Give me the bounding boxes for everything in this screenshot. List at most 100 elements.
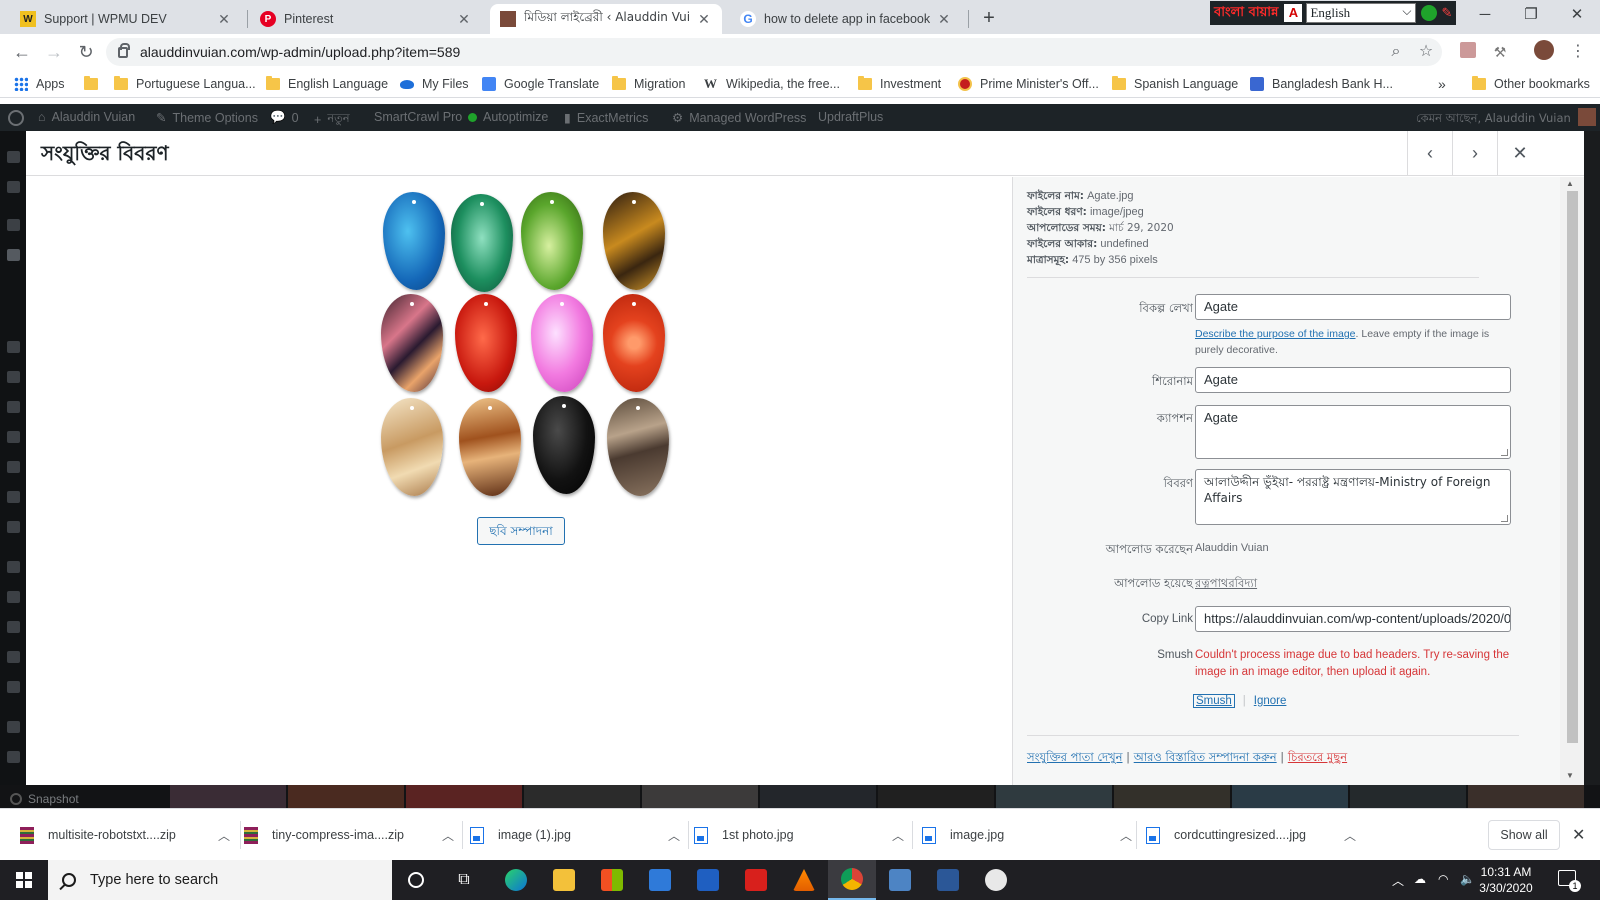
chevron-up-icon[interactable]: ︿ — [1116, 827, 1136, 844]
alt-text-input[interactable]: Agate — [1195, 294, 1511, 320]
taskbar-clock[interactable]: 10:31 AM 3/30/2020 — [1472, 864, 1540, 896]
bookmark-star-icon[interactable]: ☆ — [1416, 42, 1436, 62]
scrollbar-thumb[interactable] — [1567, 191, 1578, 743]
vlc-app[interactable] — [780, 860, 828, 900]
copy-link-input[interactable]: https://alauddinvuian.com/wp-content/upl… — [1195, 606, 1511, 632]
bookmark-folder-unnamed[interactable] — [84, 75, 106, 93]
bookmark-bangladesh-bank[interactable]: Bangladesh Bank H... — [1250, 75, 1393, 93]
bookmark-migration[interactable]: Migration — [612, 75, 685, 93]
acrobat-app[interactable] — [732, 860, 780, 900]
back-button[interactable]: ← — [10, 40, 34, 64]
forward-button[interactable]: → — [42, 40, 66, 64]
address-bar[interactable]: alauddinvuian.com/wp-admin/upload.php?it… — [106, 38, 1442, 66]
close-icon[interactable]: ✕ — [696, 11, 712, 28]
tab-pinterest[interactable]: P Pinterest ✕ — [250, 4, 482, 34]
edit-more-details-link[interactable]: আরও বিস্তারিত সম্পাদনা করুন — [1134, 750, 1277, 764]
reload-button[interactable]: ↻ — [74, 40, 98, 64]
wordpress-logo-icon[interactable] — [8, 110, 24, 126]
chevron-up-icon[interactable]: ︿ — [664, 827, 684, 844]
tray-chevron-icon[interactable]: ︿ — [1392, 872, 1404, 889]
chevron-up-icon[interactable]: ︿ — [1340, 827, 1360, 844]
ignore-link[interactable]: Ignore — [1254, 695, 1287, 707]
previous-attachment-button[interactable]: ‹ — [1407, 131, 1452, 176]
scroll-down-icon[interactable]: ▼ — [1566, 771, 1574, 780]
minimize-button[interactable]: ─ — [1462, 0, 1508, 30]
show-all-downloads-button[interactable]: Show all — [1488, 820, 1560, 850]
bookmark-google-translate[interactable]: Google Translate — [482, 75, 599, 93]
admin-managed-wordpress[interactable]: ⚙ Managed WordPress — [672, 110, 806, 126]
admin-exactmetrics[interactable]: ▮ ExactMetrics — [564, 110, 648, 126]
acrobat-extension-icon[interactable] — [1460, 42, 1476, 58]
tab-google-search[interactable]: G how to delete app in facebook - ✕ — [730, 4, 962, 34]
bookmark-spanish[interactable]: Spanish Language — [1112, 75, 1238, 93]
bookmarks-overflow[interactable]: » — [1438, 75, 1446, 93]
download-item[interactable]: multisite-robotstxt....zip ︿ — [20, 823, 234, 847]
uploaded-to-link[interactable]: রত্নপাথরবিদ্যা — [1195, 575, 1257, 594]
smush-link[interactable]: Smush — [1193, 694, 1235, 708]
close-modal-button[interactable]: ✕ — [1497, 131, 1542, 176]
pen-icon[interactable]: ✎ — [1441, 5, 1452, 21]
next-attachment-button[interactable]: › — [1452, 131, 1497, 176]
bookmark-investment[interactable]: Investment — [858, 75, 941, 93]
download-item[interactable]: 1st photo.jpg ︿ — [694, 823, 908, 847]
scroll-up-icon[interactable]: ▲ — [1566, 179, 1574, 188]
delete-permanently-link[interactable]: চিরতরে মুছুন — [1288, 750, 1347, 764]
admin-theme-options[interactable]: ✎ Theme Options — [156, 110, 258, 126]
admin-site-name[interactable]: ⌂ Alauddin Vuian — [38, 110, 135, 124]
admin-autoptimize[interactable]: Autoptimize — [468, 110, 548, 124]
bookmark-other[interactable]: Other bookmarks — [1472, 75, 1590, 93]
bookmark-english[interactable]: English Language — [266, 75, 388, 93]
notification-icon[interactable] — [1558, 870, 1581, 892]
download-item[interactable]: image (1).jpg ︿ — [470, 823, 684, 847]
start-button[interactable] — [0, 860, 48, 900]
chrome-app[interactable] — [828, 860, 876, 900]
details-scrollbar[interactable]: ▲ ▼ — [1560, 177, 1584, 785]
download-item[interactable]: cordcuttingresized....jpg ︿ — [1146, 823, 1360, 847]
cortana-button[interactable] — [392, 860, 440, 900]
task-view-button[interactable]: ⧉ — [440, 860, 488, 900]
alt-text-help-link[interactable]: Describe the purpose of the image — [1195, 328, 1356, 340]
tab-wpmudev[interactable]: W Support | WPMU DEV ✕ — [10, 4, 242, 34]
file-explorer-app[interactable] — [540, 860, 588, 900]
extension-icon[interactable]: ⚒ — [1490, 42, 1510, 62]
view-attachment-page-link[interactable]: সংযুক্তির পাতা দেখুন — [1027, 750, 1123, 764]
admin-smartcrawl[interactable]: SmartCrawl Pro — [374, 110, 462, 124]
chevron-up-icon[interactable]: ︿ — [438, 827, 458, 844]
store-app[interactable] — [588, 860, 636, 900]
word-app[interactable] — [924, 860, 972, 900]
close-icon[interactable]: ✕ — [456, 11, 472, 28]
new-tab-button[interactable]: + — [976, 6, 1002, 32]
admin-comments[interactable]: 💬 0 — [270, 110, 299, 125]
zoom-icon[interactable]: ⌕ — [1386, 42, 1406, 62]
bookmark-wikipedia[interactable]: W Wikipedia, the free... — [704, 75, 840, 93]
app-blue-arrow[interactable] — [684, 860, 732, 900]
description-textarea[interactable]: আলাউদ্দীন ভুঁইয়া- পররাষ্ট্র মন্ত্রণালয়… — [1195, 469, 1511, 525]
wifi-icon[interactable]: ◠ — [1438, 872, 1448, 886]
edit-image-button[interactable]: ছবি সম্পাদনা — [477, 517, 565, 545]
chevron-up-icon[interactable]: ︿ — [214, 827, 234, 844]
taskbar-search-box[interactable]: Type here to search — [48, 860, 392, 900]
caption-textarea[interactable]: Agate — [1195, 405, 1511, 459]
bookmark-portuguese[interactable]: Portuguese Langua... — [114, 75, 256, 93]
paint-app[interactable] — [972, 860, 1020, 900]
chevron-up-icon[interactable]: ︿ — [888, 827, 908, 844]
profile-avatar[interactable] — [1534, 40, 1554, 60]
download-item[interactable]: tiny-compress-ima....zip ︿ — [244, 823, 458, 847]
acrobat-icon[interactable]: A — [1284, 4, 1303, 22]
admin-updraftplus[interactable]: UpdraftPlus — [818, 110, 883, 124]
close-icon[interactable]: ✕ — [216, 11, 232, 28]
language-select[interactable]: English — [1306, 2, 1417, 23]
admin-new[interactable]: + নতুন — [314, 110, 350, 129]
bookmark-apps[interactable]: Apps — [14, 75, 65, 93]
close-window-button[interactable]: ✕ — [1554, 0, 1600, 30]
admin-avatar[interactable] — [1578, 108, 1596, 126]
bookmark-my-files[interactable]: My Files — [400, 75, 469, 93]
close-icon[interactable]: ✕ — [936, 11, 952, 28]
admin-greeting[interactable]: কেমন আছেন, Alauddin Vuian — [1416, 110, 1571, 129]
menu-icon[interactable]: ⋮ — [1568, 42, 1588, 62]
download-item[interactable]: image.jpg ︿ — [922, 823, 1136, 847]
tab-media-library[interactable]: মিডিয়া লাইব্রেরী ‹ Alauddin Vuian ✕ — [490, 4, 722, 34]
mail-app[interactable] — [636, 860, 684, 900]
close-downloads-button[interactable]: ✕ — [1572, 825, 1585, 845]
edge-app[interactable] — [492, 860, 540, 900]
